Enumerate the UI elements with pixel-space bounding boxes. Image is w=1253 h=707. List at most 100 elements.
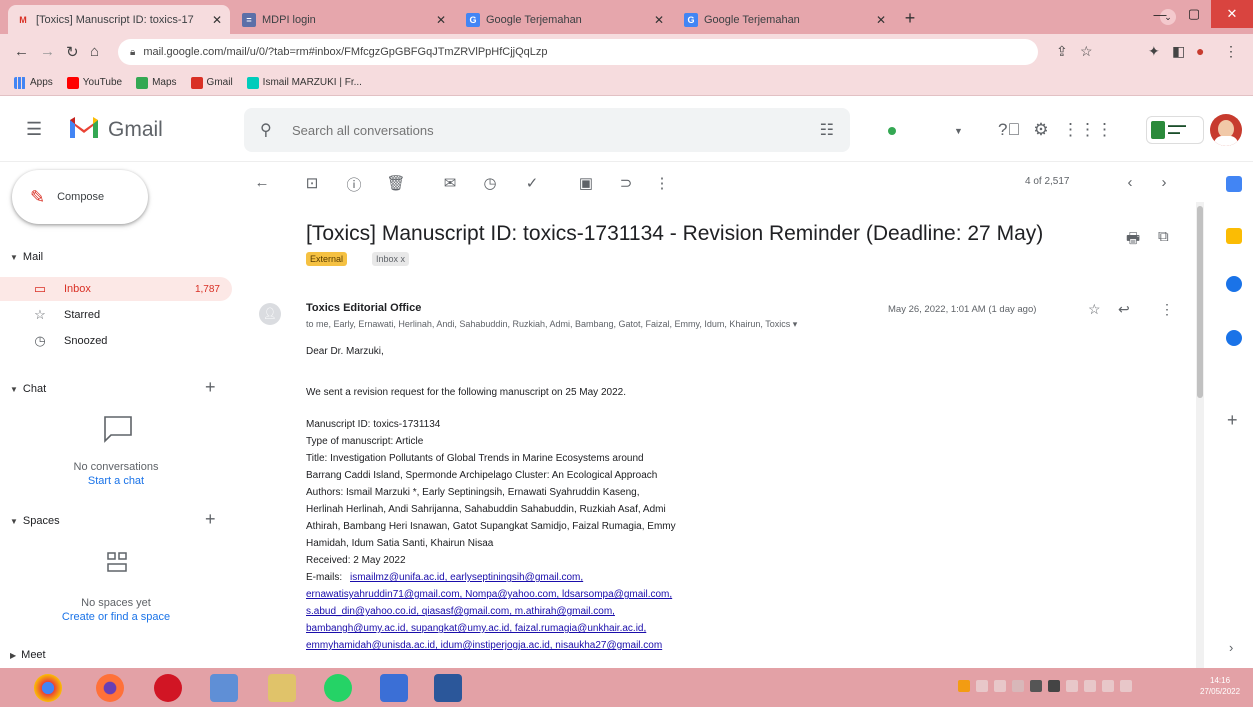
search-icon[interactable]: ⚲ [260,120,272,140]
move-to-icon[interactable]: ▣ [576,174,596,192]
bookmark-youtube[interactable]: YouTube [66,76,122,89]
calendar-icon[interactable] [1226,176,1242,192]
section-spaces[interactable]: ▼ Spaces [10,515,60,527]
tray-warning-icon[interactable] [958,680,970,692]
main-menu-icon[interactable]: ☰ [26,119,42,140]
compose-button[interactable]: ✎ Compose [12,170,148,224]
forward-arrow-icon[interactable]: → [40,43,55,60]
archive-icon[interactable]: ⊡ [302,174,322,192]
show-side-panel-chevron-icon[interactable]: › [1229,640,1233,655]
close-tab-icon[interactable]: ✕ [876,13,886,27]
newer-chevron-icon[interactable]: ‹ [1120,174,1140,191]
show-details-icon[interactable]: ▾ [793,319,798,329]
sidebar-item-inbox[interactable]: ▭ Inbox 1,787 [0,277,232,301]
whatsapp-taskbar-icon[interactable] [324,674,352,702]
tray-app-icon[interactable] [1012,680,1024,692]
bookmark-gmail[interactable]: Gmail [190,76,233,89]
google-apps-icon[interactable]: ⋮⋮⋮ [1062,120,1113,140]
minimize-icon[interactable]: — [1143,0,1177,28]
back-arrow-icon[interactable]: ← [14,43,29,60]
email-link-line[interactable]: bambangh@umy.ac.id, supangkat@umy.ac.id,… [306,623,646,634]
address-bar[interactable]: 🔒︎ mail.google.com/mail/u/0/?tab=rm#inbo… [118,39,1038,65]
browser-tab-translate-1[interactable]: G Google Terjemahan ✕ [458,5,672,34]
home-icon[interactable]: ⌂ [90,43,99,60]
label-inbox[interactable]: Inbox x [372,252,410,266]
status-selector[interactable]: ▼ [876,118,976,144]
mark-unread-icon[interactable]: ✉ [440,174,460,192]
bookmark-researchgate[interactable]: Ismail MARZUKI | Fr... [246,76,362,89]
share-icon[interactable]: ⇪ [1056,43,1068,60]
tray-app-icon[interactable] [976,680,988,692]
sender-name[interactable]: Toxics Editorial Office [306,302,421,314]
add-task-icon[interactable]: ✓ [522,174,542,192]
sidebar-item-snoozed[interactable]: ◷ Snoozed [0,329,232,353]
get-addons-plus-icon[interactable]: + [1227,410,1238,431]
star-toggle-icon[interactable]: ☆ [1088,301,1101,318]
maximize-icon[interactable]: ▢ [1177,0,1211,28]
scrollbar-thumb[interactable] [1197,206,1203,398]
tray-app-icon[interactable] [994,680,1006,692]
reload-icon[interactable]: ↻ [66,43,79,61]
start-chat-link[interactable]: Start a chat [0,475,232,487]
tray-app-icon[interactable] [1048,680,1060,692]
email-link-line[interactable]: s.abud_din@yahoo.co.id, qiasasf@gmail.co… [306,606,615,617]
email-link-line[interactable]: ernawatisyahruddin71@gmail.com, Nompa@ya… [306,589,672,600]
reply-icon[interactable]: ↩ [1118,301,1130,318]
close-tab-icon[interactable]: ✕ [436,13,446,27]
search-options-icon[interactable]: ☷ [820,120,834,140]
settings-gear-icon[interactable]: ⚙ [1030,120,1052,140]
bookmark-apps[interactable]: Apps [14,76,53,89]
close-tab-icon[interactable]: ✕ [212,13,222,27]
new-tab-button[interactable]: + [900,9,920,29]
tasks-icon[interactable] [1226,276,1242,292]
browser-tab-translate-2[interactable]: G Google Terjemahan ✕ [676,5,894,34]
help-icon[interactable]: ?⃝ [998,120,1020,140]
section-meet[interactable]: ▶ Meet [10,649,46,661]
back-to-inbox-icon[interactable]: ← [252,174,272,191]
search-input[interactable] [292,120,792,140]
browser-tab-gmail[interactable]: M [Toxics] Manuscript ID: toxics-17 ✕ [8,5,230,34]
more-options-icon[interactable]: ⋮ [652,174,672,192]
new-space-plus-icon[interactable]: + [205,509,216,530]
older-chevron-icon[interactable]: › [1154,174,1174,191]
contacts-icon[interactable] [1226,330,1242,346]
taskbar-clock[interactable]: 14:16 27/05/2022 [1200,675,1240,697]
delete-icon[interactable]: 🗑︎ [386,174,406,192]
chrome-taskbar-icon[interactable] [34,674,62,702]
section-chat[interactable]: ▼ Chat [10,383,46,395]
photos-taskbar-icon[interactable] [268,674,296,702]
snooze-icon[interactable]: ◷ [480,174,500,192]
opera-taskbar-icon[interactable] [154,674,182,702]
gmail-logo-icon[interactable] [68,114,100,140]
sidebar-item-starred[interactable]: ☆ Starred [0,303,232,327]
tray-battery-icon[interactable] [1102,680,1114,692]
close-tab-icon[interactable]: ✕ [654,13,664,27]
word-taskbar-icon[interactable] [434,674,462,702]
network-settings-taskbar-icon[interactable] [210,674,238,702]
profile-icon[interactable]: ● [1196,43,1204,59]
email-link-line[interactable]: emmyhamidah@unisda.ac.id, idum@instiperj… [306,640,662,651]
sync-app-taskbar-icon[interactable] [380,674,408,702]
new-chat-plus-icon[interactable]: + [205,377,216,398]
search-bar[interactable]: ⚲ ☷ [244,108,850,152]
organization-badge[interactable]: ▬▬▬ ▬▬ [1146,116,1204,144]
email-link-line[interactable]: ismailmz@unifa.ac.id, earlyseptiningsih@… [350,572,583,583]
label-icon[interactable]: ⊃ [616,174,636,192]
tray-app-icon[interactable] [1030,680,1042,692]
tray-volume-icon[interactable] [1084,680,1096,692]
message-more-icon[interactable]: ⋮ [1160,301,1174,318]
extensions-icon[interactable]: ✦ [1148,43,1160,60]
sidepanel-icon[interactable]: ◧ [1172,43,1185,60]
open-new-window-icon[interactable]: ⧉ [1158,228,1169,245]
browser-tab-mdpi[interactable]: = MDPI login ✕ [234,5,454,34]
section-mail[interactable]: ▼ Mail [10,251,43,263]
firefox-taskbar-icon[interactable] [96,674,124,702]
browser-menu-icon[interactable]: ⋮ [1224,43,1238,60]
bookmark-star-icon[interactable]: ☆ [1080,43,1093,60]
window-close-icon[interactable]: ✕ [1211,0,1253,28]
report-spam-icon[interactable]: ⓘ [344,174,364,195]
tray-language-icon[interactable] [1120,680,1132,692]
print-icon[interactable]: 🖶︎ [1126,228,1140,253]
keep-icon[interactable] [1226,228,1242,244]
recipients-line[interactable]: to me, Early, Ernawati, Herlinah, Andi, … [306,319,797,330]
